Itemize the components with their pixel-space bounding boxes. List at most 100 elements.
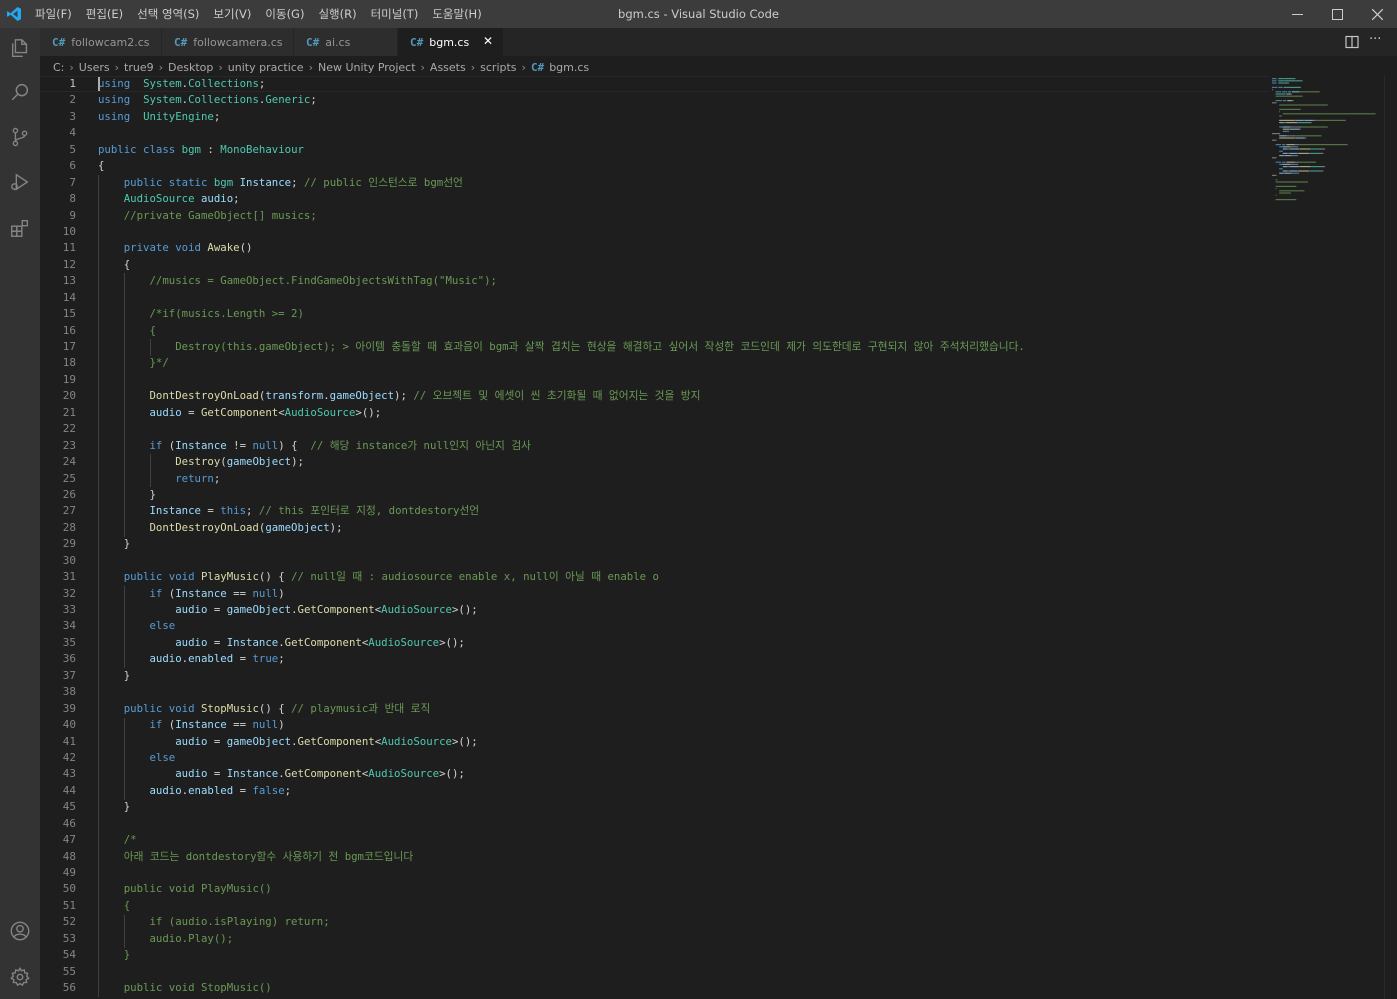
code-line[interactable]: 아래 코드는 dontdestory함수 사용하기 전 bgm코드입니다 [98, 849, 1268, 865]
tab-label: followcam2.cs [71, 35, 150, 49]
code-line[interactable]: public void PlayMusic() { // null일 때 : a… [98, 569, 1268, 585]
code-token: = [207, 603, 227, 616]
breadcrumb-file[interactable]: bgm.cs [549, 61, 589, 74]
code-line[interactable] [98, 865, 1268, 881]
tab-bgm[interactable]: C# bgm.cs ✕ [398, 28, 504, 56]
code-line[interactable]: } [98, 668, 1268, 684]
code-line[interactable]: public static bgm Instance; // public 인스… [98, 175, 1268, 191]
code-line[interactable]: audio = Instance.GetComponent<AudioSourc… [98, 635, 1268, 651]
code-line[interactable]: else [98, 618, 1268, 634]
code-line[interactable]: } [98, 536, 1268, 552]
code-line[interactable]: /*if(musics.Length >= 2) [98, 306, 1268, 322]
extensions-button[interactable] [6, 214, 34, 242]
code-line[interactable]: { [98, 898, 1268, 914]
code-line[interactable]: else [98, 750, 1268, 766]
explorer-button[interactable] [6, 34, 34, 62]
code-line[interactable]: if (Instance != null) { // 해당 instance가 … [98, 438, 1268, 454]
code-line[interactable]: Destroy(this.gameObject); > 아이템 충돌할 때 효과… [98, 339, 1268, 355]
code-line[interactable] [98, 290, 1268, 306]
code-line[interactable]: if (Instance == null) [98, 586, 1268, 602]
code-line[interactable] [98, 224, 1268, 240]
tab-ai[interactable]: C# ai.cs [294, 28, 398, 56]
menu-go[interactable]: 이동(G) [258, 0, 311, 28]
code-area[interactable]: using System.Collections; using System.Co… [98, 76, 1268, 998]
code-line[interactable] [98, 372, 1268, 388]
close-tab-button[interactable]: ✕ [481, 34, 495, 48]
code-line[interactable]: AudioSource audio; [98, 191, 1268, 207]
breadcrumb-users[interactable]: Users [79, 61, 110, 74]
code-line[interactable] [98, 684, 1268, 700]
code-editor[interactable]: 1 2 3 4 5 6 7 8 9 10 11 12 13 14 15 16 17 18 19 20 21 22 23 24 2… [40, 76, 1268, 999]
breadcrumb-user[interactable]: true9 [124, 61, 154, 74]
code-line[interactable]: return; [98, 471, 1268, 487]
close-window-button[interactable] [1357, 0, 1397, 28]
code-line[interactable] [98, 964, 1268, 980]
run-debug-button[interactable] [6, 168, 34, 196]
code-line[interactable]: public void PlayMusic() [98, 881, 1268, 897]
code-line[interactable]: audio = GetComponent<AudioSource>(); [98, 405, 1268, 421]
code-line[interactable] [98, 421, 1268, 437]
menu-help[interactable]: 도움말(H) [425, 0, 488, 28]
code-line[interactable]: DontDestroyOnLoad(gameObject); [98, 520, 1268, 536]
menu-selection[interactable]: 선택 영역(S) [130, 0, 206, 28]
code-line[interactable]: //private GameObject[] musics; [98, 208, 1268, 224]
code-line[interactable]: } [98, 947, 1268, 963]
menu-terminal[interactable]: 터미널(T) [364, 0, 426, 28]
code-line[interactable]: }*/ [98, 355, 1268, 371]
code-line[interactable]: public class bgm : MonoBehaviour [98, 142, 1268, 158]
code-line[interactable]: DontDestroyOnLoad(transform.gameObject);… [98, 388, 1268, 404]
code-line[interactable]: using System.Collections; [98, 76, 1268, 92]
code-line[interactable] [98, 553, 1268, 569]
code-line[interactable]: { [98, 158, 1268, 174]
search-button[interactable] [6, 78, 34, 106]
split-editor-button[interactable] [1345, 34, 1361, 50]
source-control-button[interactable] [6, 123, 34, 151]
breadcrumb-project[interactable]: New Unity Project [318, 61, 416, 74]
code-line[interactable]: /* [98, 832, 1268, 848]
breadcrumb-scripts[interactable]: scripts [480, 61, 516, 74]
code-line[interactable] [98, 125, 1268, 141]
minimap[interactable] [1268, 76, 1384, 999]
indent-guide [123, 914, 125, 948]
code-line[interactable]: Instance = this; // this 포인터로 지정, dontde… [98, 503, 1268, 519]
code-line[interactable]: audio.enabled = false; [98, 783, 1268, 799]
code-line[interactable] [98, 816, 1268, 832]
code-line[interactable]: if (Instance == null) [98, 717, 1268, 733]
code-line[interactable]: Destroy(gameObject); [98, 454, 1268, 470]
vertical-scrollbar[interactable] [1384, 76, 1397, 999]
code-line[interactable]: } [98, 487, 1268, 503]
breadcrumb-desktop[interactable]: Desktop [168, 61, 213, 74]
code-line[interactable]: private void Awake() [98, 240, 1268, 256]
code-line[interactable]: public void StopMusic() { // playmusic과 … [98, 701, 1268, 717]
code-line[interactable]: { [98, 323, 1268, 339]
menu-run[interactable]: 실행(R) [311, 0, 363, 28]
minimize-button[interactable] [1277, 0, 1317, 28]
code-token: else [149, 619, 176, 633]
settings-button[interactable] [6, 963, 34, 991]
breadcrumb-drive[interactable]: C: [53, 61, 64, 74]
code-line[interactable]: audio.Play(); [98, 931, 1268, 947]
code-line[interactable]: } [98, 799, 1268, 815]
code-line[interactable]: audio.enabled = true; [98, 651, 1268, 667]
code-line[interactable]: { [98, 257, 1268, 273]
code-line[interactable]: if (audio.isPlaying) return; [98, 914, 1268, 930]
tab-followcamera[interactable]: C# followcamera.cs [162, 28, 294, 56]
code-line[interactable]: //musics = GameObject.FindGameObjectsWit… [98, 273, 1268, 289]
minimap-token [1290, 170, 1298, 172]
code-line[interactable]: using UnityEngine; [98, 109, 1268, 125]
code-line[interactable]: audio = gameObject.GetComponent<AudioSou… [98, 734, 1268, 750]
code-line[interactable]: audio = gameObject.GetComponent<AudioSou… [98, 602, 1268, 618]
maximize-button[interactable] [1317, 0, 1357, 28]
minimap-token [1299, 144, 1348, 146]
menu-file[interactable]: 파일(F) [28, 0, 79, 28]
menu-edit[interactable]: 편집(E) [79, 0, 130, 28]
account-button[interactable] [6, 917, 34, 945]
breadcrumb-assets[interactable]: Assets [430, 61, 466, 74]
more-actions-button[interactable]: ··· [1369, 33, 1385, 50]
menu-view[interactable]: 보기(V) [206, 0, 258, 28]
code-line[interactable]: public void StopMusic() [98, 980, 1268, 996]
tab-followcam2[interactable]: C# followcam2.cs [40, 28, 162, 56]
code-line[interactable]: using System.Collections.Generic; [98, 92, 1268, 108]
breadcrumb-unity-practice[interactable]: unity practice [228, 61, 304, 74]
code-line[interactable]: audio = Instance.GetComponent<AudioSourc… [98, 766, 1268, 782]
